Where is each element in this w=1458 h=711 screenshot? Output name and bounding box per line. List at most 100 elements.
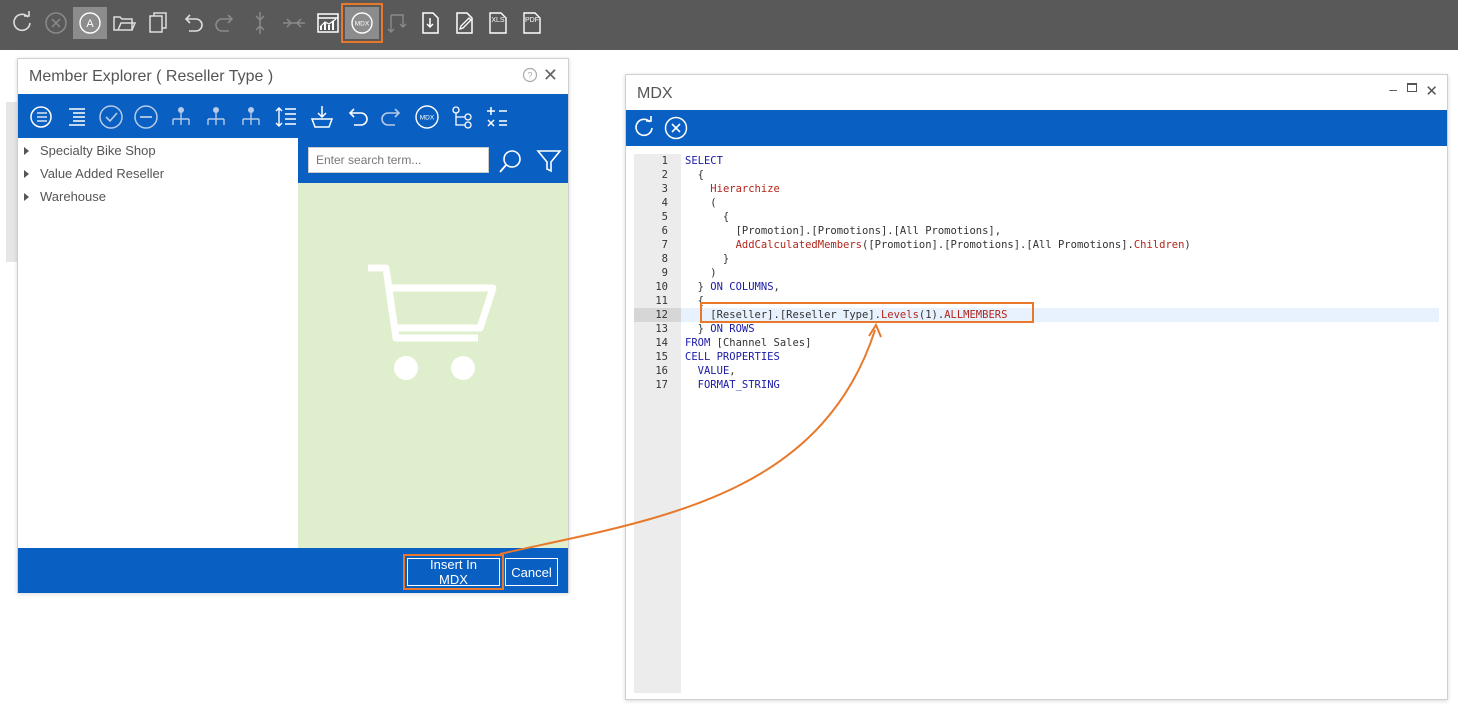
code-token: }	[685, 323, 711, 335]
line-number: 17	[655, 379, 668, 391]
code-token: SELECT	[685, 155, 723, 167]
code-line[interactable]: 7 AddCalculatedMembers([Promotion].[Prom…	[634, 238, 1439, 252]
mdx-window-title: MDX	[637, 85, 673, 102]
code-token: }	[685, 253, 730, 265]
me-mdx-icon[interactable]: MDX	[413, 103, 441, 131]
open-folder-icon[interactable]	[107, 7, 141, 39]
collapse-icon[interactable]	[277, 7, 311, 39]
help-icon[interactable]: ?	[522, 67, 538, 83]
mdx-window: MDX – ✕ 1 SELECT 2 {3 Hierarchize 4 (5 {6 […	[625, 74, 1448, 700]
export-icon[interactable]	[413, 7, 447, 39]
cancel-button[interactable]: Cancel	[505, 558, 558, 586]
code-line[interactable]: 9 )	[634, 266, 1439, 280]
expand-arrow-icon[interactable]	[24, 192, 29, 201]
maximize-icon[interactable]	[1407, 83, 1417, 92]
minimize-icon[interactable]: –	[1389, 81, 1397, 97]
code-token: )	[685, 267, 717, 279]
refresh-icon[interactable]	[5, 7, 39, 39]
autofit-icon[interactable]: A	[73, 7, 107, 39]
chart-icon[interactable]	[311, 7, 345, 39]
me-undo-icon[interactable]	[343, 103, 371, 131]
hierarchy-icon[interactable]	[167, 103, 195, 131]
cancel-icon[interactable]	[39, 7, 73, 39]
line-number: 14	[655, 337, 668, 349]
dialog-footer: Insert In MDX Cancel	[18, 548, 568, 593]
line-number: 16	[655, 365, 668, 377]
line-number: 3	[661, 183, 668, 195]
search-input[interactable]	[308, 147, 489, 173]
copy-icon[interactable]	[141, 7, 175, 39]
code-line[interactable]: 3 Hierarchize	[634, 182, 1439, 196]
expand-arrow-icon[interactable]	[24, 169, 29, 178]
tree-item-label: Specialty Bike Shop	[40, 143, 156, 158]
expand-icon[interactable]	[243, 7, 277, 39]
check-icon[interactable]	[97, 103, 125, 131]
code-line[interactable]: 17 FORMAT_STRING	[634, 378, 1439, 392]
close-icon[interactable]: ✕	[543, 66, 558, 84]
sort-icon[interactable]	[272, 103, 300, 131]
calculator-icon[interactable]	[483, 103, 511, 131]
line-number: 1	[661, 155, 668, 167]
code-text: )	[685, 266, 717, 280]
close-icon[interactable]: ✕	[1425, 82, 1438, 100]
code-token: (	[685, 197, 717, 209]
code-line[interactable]: 2 {	[634, 168, 1439, 182]
redo-icon[interactable]	[209, 7, 243, 39]
code-line[interactable]: 16 VALUE,	[634, 364, 1439, 378]
code-token: [Promotion].[Promotions].[All Promotions…	[685, 225, 1002, 237]
hierarchy-up-icon[interactable]	[237, 103, 265, 131]
swap-icon[interactable]	[379, 7, 413, 39]
mdx-refresh-icon[interactable]	[631, 115, 657, 141]
selection-basket[interactable]	[298, 138, 568, 548]
drop-basket-icon[interactable]	[308, 103, 336, 131]
code-text: SELECT	[685, 154, 723, 168]
mdx-editor[interactable]: 1 SELECT 2 {3 Hierarchize 4 (5 {6 [Promotio…	[634, 154, 1439, 693]
select-all-icon[interactable]	[27, 103, 55, 131]
code-line[interactable]: 14 FROM [Channel Sales]	[634, 336, 1439, 350]
filter-icon[interactable]	[535, 147, 563, 175]
code-line[interactable]: 15 CELL PROPERTIES	[634, 350, 1439, 364]
code-line[interactable]: 1 SELECT	[634, 154, 1439, 168]
main-toolbar: A MDX XLS PDF	[0, 0, 1458, 50]
code-text: [Promotion].[Promotions].[All Promotions…	[685, 224, 1002, 238]
insert-in-mdx-button[interactable]: Insert In MDX	[403, 554, 504, 590]
search-bar	[298, 138, 568, 183]
edit-icon[interactable]	[447, 7, 481, 39]
list-icon[interactable]	[63, 103, 91, 131]
code-text: FROM [Channel Sales]	[685, 336, 811, 350]
tree-item-warehouse[interactable]: Warehouse	[24, 189, 106, 204]
xls-icon[interactable]: XLS	[481, 7, 515, 39]
code-line[interactable]: 13 } ON ROWS	[634, 322, 1439, 336]
mdx-cancel-icon[interactable]	[663, 115, 689, 141]
hierarchy-down-icon[interactable]	[202, 103, 230, 131]
code-line[interactable]: 4 (	[634, 196, 1439, 210]
code-line[interactable]: 10 } ON COLUMNS,	[634, 280, 1439, 294]
code-token: )	[1184, 239, 1191, 251]
pdf-icon[interactable]: PDF	[515, 7, 549, 39]
autofit-label: A	[86, 18, 94, 30]
mdx-icon[interactable]: MDX	[341, 3, 383, 43]
code-token: FORMAT_STRING	[697, 379, 780, 391]
code-line[interactable]: 8 }	[634, 252, 1439, 266]
code-line[interactable]: 6 [Promotion].[Promotions].[All Promotio…	[634, 224, 1439, 238]
tree-item-value-added-reseller[interactable]: Value Added Reseller	[24, 166, 164, 181]
member-explorer-dialog: Member Explorer ( Reseller Type ) ? ✕ MD…	[17, 58, 569, 593]
code-text: VALUE,	[685, 364, 736, 378]
code-token: Hierarchize	[710, 183, 780, 195]
level-icon[interactable]	[448, 103, 476, 131]
line-number: 11	[655, 295, 668, 307]
dialog-title: Member Explorer ( Reseller Type )	[29, 68, 274, 85]
code-token: ,	[773, 281, 780, 293]
me-redo-icon[interactable]	[378, 103, 406, 131]
undo-icon[interactable]	[175, 7, 209, 39]
line-number: 9	[661, 267, 668, 279]
minus-icon[interactable]	[132, 103, 160, 131]
tree-item-specialty-bike-shop[interactable]: Specialty Bike Shop	[24, 143, 156, 158]
code-line[interactable]: 5 {	[634, 210, 1439, 224]
code-text: }	[685, 252, 729, 266]
expand-arrow-icon[interactable]	[24, 146, 29, 155]
search-icon[interactable]	[497, 147, 525, 175]
